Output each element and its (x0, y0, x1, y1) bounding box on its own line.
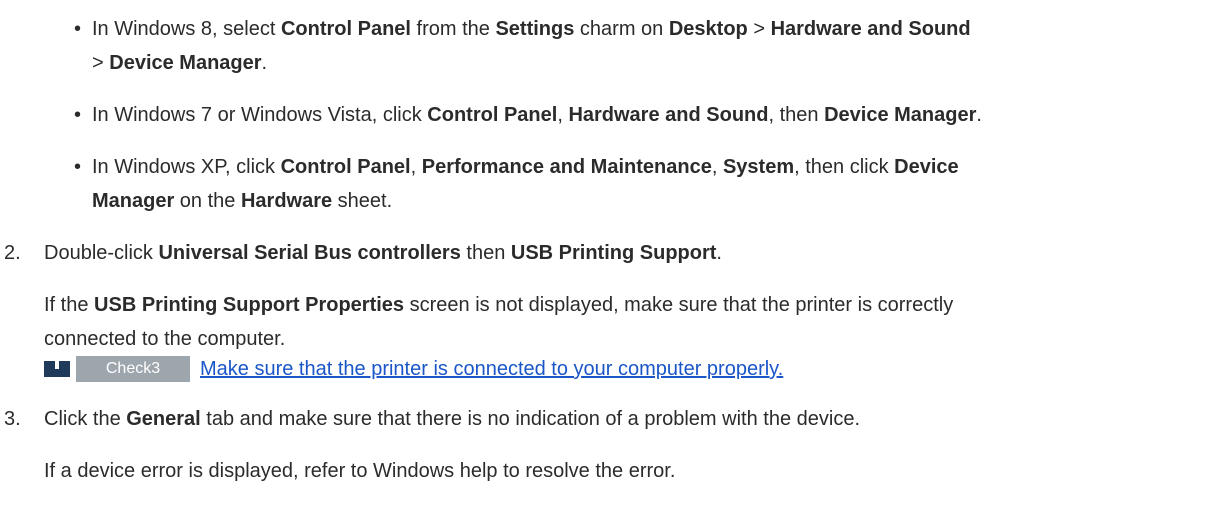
bold-text: Device (894, 156, 959, 178)
text: from the (410, 18, 496, 40)
bold-text: USB Printing Support Properties (94, 294, 405, 316)
text: tab and make sure that there is no indic… (200, 408, 861, 430)
bold-text: Desktop (668, 18, 748, 40)
text: In Windows 7 or Windows Vista, click (92, 104, 428, 126)
text: , (410, 156, 422, 178)
bullet-dot: • (74, 18, 82, 40)
win7-line: In Windows 7 or Windows Vista, click Con… (92, 105, 982, 125)
text: , then click (794, 156, 895, 178)
step-number: 2. (4, 242, 21, 264)
bold-text: USB Printing Support (510, 242, 717, 264)
step2-para-line2: connected to the computer. (44, 328, 286, 350)
bullet-dot: • (74, 156, 82, 178)
step2-para-line1: If the USB Printing Support Properties s… (44, 295, 953, 315)
text: In Windows XP, click (92, 156, 281, 178)
bold-text: Hardware and Sound (770, 18, 971, 40)
text: , (557, 104, 569, 126)
bold-text: Settings (495, 18, 575, 40)
winxp-line1: In Windows XP, click Control Panel, Perf… (92, 157, 959, 177)
text: sheet. (332, 190, 393, 212)
text: , (711, 156, 723, 178)
text: . (716, 242, 722, 264)
bold-text: Control Panel (280, 156, 411, 178)
win8-line2: > Device Manager. (92, 53, 267, 73)
step2-line: Double-click Universal Serial Bus contro… (44, 243, 722, 263)
bold-text: Device Manager (109, 52, 262, 74)
text: then (460, 242, 511, 264)
bold-text: System (722, 156, 795, 178)
bold-text: Performance and Maintenance (421, 156, 712, 178)
bold-text: Device Manager (824, 104, 977, 126)
bullet-dot: • (74, 104, 82, 126)
win8-line1: In Windows 8, select Control Panel from … (92, 19, 971, 39)
text: Click the (44, 408, 127, 430)
bold-text: Control Panel (427, 104, 558, 126)
text: If the (44, 294, 95, 316)
text: In Windows 8, select (92, 18, 281, 40)
winxp-line2: Manager on the Hardware sheet. (92, 191, 392, 211)
text: screen is not displayed, make sure that … (404, 294, 954, 316)
check-link[interactable]: Make sure that the printer is connected … (200, 359, 783, 379)
bold-text: Control Panel (280, 18, 411, 40)
check-badge: Check3 (44, 356, 190, 382)
text: . (261, 52, 268, 74)
bold-text: General (126, 408, 201, 430)
text: > (747, 18, 771, 40)
text: > (92, 52, 110, 74)
check-badge-icon (44, 361, 70, 377)
bold-text: Manager (92, 190, 175, 212)
text: on the (174, 190, 241, 212)
step3-line: Click the General tab and make sure that… (44, 409, 860, 429)
bold-text: Universal Serial Bus controllers (158, 242, 461, 264)
step-number: 3. (4, 408, 21, 430)
bold-text: Hardware and Sound (568, 104, 769, 126)
text: , then (768, 104, 825, 126)
text: Double-click (44, 242, 159, 264)
step3-para: If a device error is displayed, refer to… (44, 460, 676, 482)
check-label: Check3 (76, 356, 190, 382)
text: charm on (574, 18, 669, 40)
bold-text: Hardware (240, 190, 333, 212)
text: . (976, 104, 982, 126)
